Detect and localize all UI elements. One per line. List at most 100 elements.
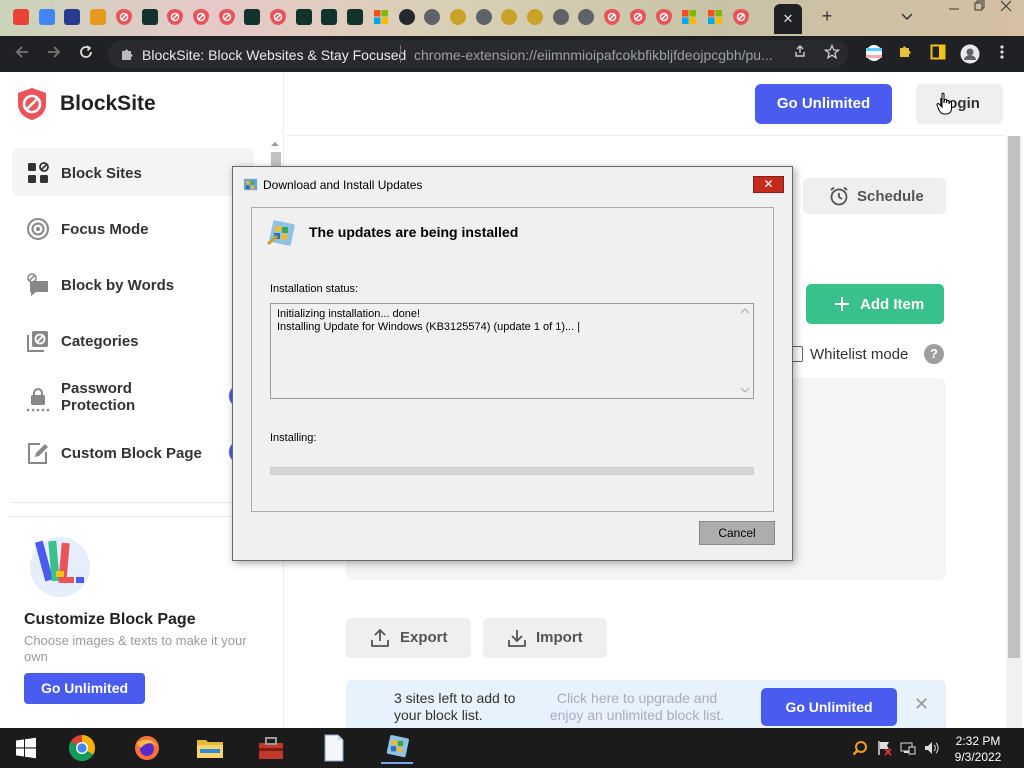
browser-tab[interactable] — [653, 6, 675, 28]
arrow-left-icon — [15, 46, 28, 58]
action-center-flag-icon[interactable] — [876, 740, 892, 759]
installation-log[interactable]: Initializing installation... done! Insta… — [270, 303, 754, 399]
log-scrollbar[interactable] — [737, 304, 753, 398]
browser-tab[interactable] — [730, 6, 752, 28]
scroll-down-icon — [740, 387, 750, 393]
minimize-button[interactable] — [948, 0, 960, 20]
browser-tab[interactable] — [678, 6, 700, 28]
forward-button[interactable] — [44, 44, 64, 64]
import-button[interactable]: Import — [483, 618, 607, 658]
browser-tab[interactable] — [216, 6, 238, 28]
taskbar-chrome[interactable] — [66, 732, 98, 764]
close-tab-icon[interactable]: ✕ — [783, 11, 794, 27]
firefox-icon — [135, 736, 159, 760]
address-bar[interactable]: BlockSite: Block Websites & Stay Focused… — [108, 40, 848, 68]
browser-tab[interactable] — [10, 6, 32, 28]
new-tab-button[interactable]: + — [816, 5, 838, 27]
browser-tab[interactable] — [87, 6, 109, 28]
browser-tab[interactable] — [447, 6, 469, 28]
browser-tab[interactable] — [241, 6, 263, 28]
sidebar-item-custom-block-page[interactable]: Custom Block Page — [12, 428, 254, 476]
browser-tab[interactable] — [344, 6, 366, 28]
close-window-button[interactable] — [1000, 0, 1012, 20]
browser-tab[interactable] — [164, 6, 186, 28]
hand-cursor-icon — [936, 92, 952, 115]
clock-date: 9/3/2022 — [954, 750, 1002, 764]
browser-tab[interactable] — [498, 6, 520, 28]
schedule-button[interactable]: Schedule — [803, 178, 946, 214]
login-button[interactable]: Login — [916, 84, 1003, 124]
profile-flag-icon[interactable] — [864, 44, 884, 64]
browser-tab[interactable] — [370, 6, 392, 28]
install-progress-bar — [270, 467, 754, 475]
browser-tab[interactable] — [396, 6, 418, 28]
network-icon[interactable] — [900, 740, 916, 759]
zendesk-icon — [321, 9, 337, 25]
sidebar-item-password-protection[interactable]: Password Protection — [12, 372, 254, 428]
taskbar-toolbox[interactable] — [255, 732, 287, 764]
sidebar-item-label: Focus Mode — [61, 221, 149, 238]
go-unlimited-button[interactable]: Go Unlimited — [755, 84, 892, 124]
browser-tab[interactable] — [267, 6, 289, 28]
tab-search-button[interactable] — [896, 6, 918, 28]
chrome-icon — [476, 9, 492, 25]
sidebar-item-block-by-words[interactable]: Block by Words — [12, 260, 254, 308]
coin-icon — [527, 9, 543, 25]
browser-menu-icon[interactable] — [992, 44, 1012, 64]
browser-tab[interactable] — [318, 6, 340, 28]
search-tray-icon[interactable] — [852, 740, 868, 759]
blocksite-icon — [630, 9, 646, 25]
sidebar-item-categories[interactable]: Categories — [12, 316, 254, 364]
profile-avatar-icon[interactable] — [960, 44, 980, 64]
dialog-close-button[interactable]: ✕ — [753, 176, 784, 193]
scroll-up-icon — [740, 308, 750, 314]
extensions-icon[interactable] — [896, 44, 916, 64]
reload-button[interactable] — [76, 44, 96, 64]
browser-tab[interactable] — [575, 6, 597, 28]
installation-status-label: Installation status: — [270, 283, 359, 295]
chevron-down-icon — [901, 13, 913, 21]
promo-go-unlimited-button[interactable]: Go Unlimited — [24, 673, 145, 704]
active-tab[interactable]: ✕ — [774, 4, 802, 34]
start-button[interactable] — [10, 732, 42, 764]
close-icon — [1000, 0, 1012, 12]
chrome-icon — [424, 9, 440, 25]
browser-tab[interactable] — [421, 6, 443, 28]
browser-tab[interactable] — [190, 6, 212, 28]
browser-tab[interactable] — [627, 6, 649, 28]
export-button[interactable]: Export — [346, 618, 471, 658]
sidebar-item-focus-mode[interactable]: Focus Mode — [12, 204, 254, 252]
grid-icon — [28, 162, 49, 183]
browser-tab[interactable] — [61, 6, 83, 28]
restore-button[interactable] — [974, 0, 986, 20]
upgrade-hint-text[interactable]: Click here to upgrade and enjoy an unlim… — [542, 690, 732, 724]
add-item-button[interactable]: Add Item — [806, 284, 944, 324]
browser-tab[interactable] — [113, 6, 135, 28]
banner-go-unlimited-button[interactable]: Go Unlimited — [761, 688, 897, 726]
browser-tab[interactable] — [704, 6, 726, 28]
sidepanel-icon[interactable] — [928, 44, 948, 64]
browser-tab[interactable] — [550, 6, 572, 28]
windows-logo-icon — [16, 737, 36, 759]
taskbar-document[interactable] — [318, 732, 350, 764]
taskbar-windows-update[interactable] — [381, 732, 413, 764]
cancel-button[interactable]: Cancel — [699, 521, 775, 545]
taskbar-firefox[interactable] — [131, 732, 163, 764]
taskbar-file-explorer[interactable] — [194, 732, 226, 764]
sidebar-item-block-sites[interactable]: Block Sites — [12, 148, 254, 196]
browser-tab[interactable] — [524, 6, 546, 28]
bookmark-star-icon[interactable] — [822, 43, 842, 64]
close-icon[interactable]: ✕ — [914, 694, 929, 715]
help-icon[interactable]: ? — [924, 344, 944, 364]
browser-tab[interactable] — [601, 6, 623, 28]
browser-tab[interactable] — [293, 6, 315, 28]
back-button[interactable] — [12, 44, 32, 64]
browser-tab[interactable] — [36, 6, 58, 28]
share-icon[interactable] — [790, 44, 810, 64]
toolbox-icon — [259, 737, 283, 759]
taskbar-clock[interactable]: 2:32 PM 9/3/2022 — [950, 733, 1006, 765]
volume-icon[interactable] — [924, 740, 940, 759]
browser-tab[interactable] — [139, 6, 161, 28]
page-scroll-thumb[interactable] — [1008, 136, 1020, 658]
browser-tab[interactable] — [473, 6, 495, 28]
